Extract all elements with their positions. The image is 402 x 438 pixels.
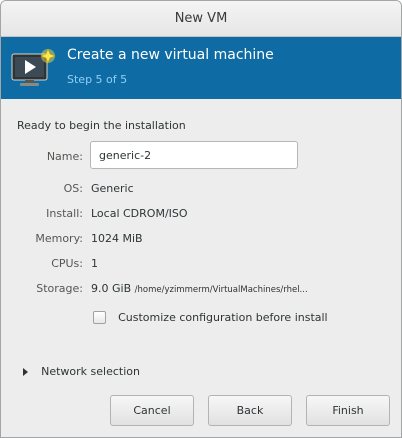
storage-path: /home/yzimmerm/VirtualMachines/rhel... bbox=[134, 285, 308, 295]
storage-value: 9.0 GiB /home/yzimmerm/VirtualMachines/r… bbox=[91, 282, 308, 295]
finish-button[interactable]: Finish bbox=[306, 395, 390, 426]
memory-label: Memory: bbox=[35, 232, 83, 245]
cancel-button[interactable]: Cancel bbox=[110, 395, 194, 426]
network-selection-expander[interactable]: Network selection bbox=[23, 361, 140, 380]
new-vm-monitor-icon bbox=[11, 48, 56, 86]
summary-panel: Ready to begin the installation Name: OS… bbox=[1, 99, 401, 437]
window-title: New VM bbox=[174, 11, 228, 26]
new-vm-dialog: New VM Create a new virtual machine Step… bbox=[0, 0, 402, 438]
wizard-step-indicator: Step 5 of 5 bbox=[67, 73, 128, 86]
wizard-title: Create a new virtual machine bbox=[67, 47, 274, 63]
ready-heading: Ready to begin the installation bbox=[17, 119, 186, 132]
window-titlebar[interactable]: New VM bbox=[1, 1, 401, 37]
vm-name-input[interactable] bbox=[90, 141, 298, 169]
os-value: Generic bbox=[91, 182, 134, 195]
wizard-header: Create a new virtual machine Step 5 of 5 bbox=[1, 37, 401, 99]
expander-arrow-icon[interactable] bbox=[23, 367, 28, 376]
install-label: Install: bbox=[46, 207, 83, 220]
name-label: Name: bbox=[46, 150, 83, 163]
customize-checkbox-label[interactable]: Customize configuration before install bbox=[118, 311, 328, 324]
storage-size: 9.0 GiB bbox=[91, 282, 132, 295]
network-selection-label[interactable]: Network selection bbox=[41, 365, 140, 378]
storage-label: Storage: bbox=[36, 282, 83, 295]
cpus-label: CPUs: bbox=[51, 257, 83, 270]
install-value: Local CDROM/ISO bbox=[91, 207, 188, 220]
customize-checkbox[interactable] bbox=[93, 311, 106, 324]
back-button[interactable]: Back bbox=[208, 395, 292, 426]
cpus-value: 1 bbox=[91, 257, 98, 270]
customize-checkbox-row[interactable]: Customize configuration before install bbox=[93, 307, 328, 324]
memory-value: 1024 MiB bbox=[91, 232, 143, 245]
os-label: OS: bbox=[63, 182, 83, 195]
